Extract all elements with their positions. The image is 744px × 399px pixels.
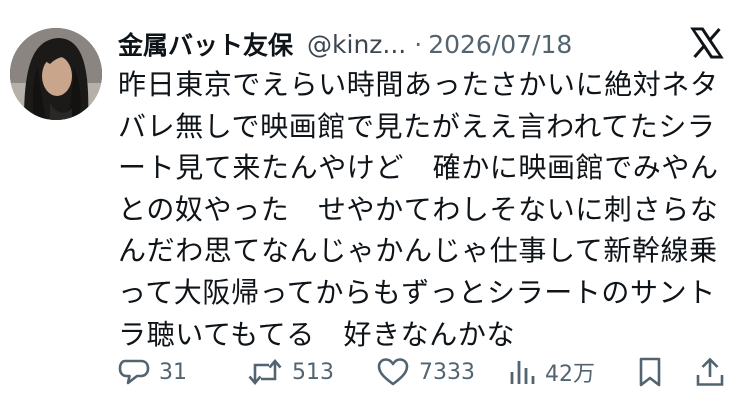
repost-button[interactable]: 513 — [247, 350, 334, 394]
view-count: 42万 — [545, 362, 595, 387]
tweet-card: 金属バット友保 @kinz... · 2026/07/18 昨日東京でえらい時間… — [0, 0, 744, 399]
repost-arrows-icon — [247, 356, 283, 388]
heart-icon — [376, 356, 410, 388]
tweet-text-line: んだわ思てなんじゃかんじゃ仕事して新幹線乗 — [118, 234, 718, 268]
reply-count: 31 — [159, 359, 187, 385]
share-upload-icon — [694, 356, 726, 388]
share-button[interactable] — [694, 350, 726, 394]
display-name[interactable]: 金属バット友保 — [118, 26, 293, 62]
tweet-text-line: ラ聴いてもてる 好きなんかな — [118, 317, 516, 351]
tweet-text-line: との奴やった せやかてわしそないに刺さらな — [118, 192, 719, 226]
bar-chart-icon — [508, 356, 536, 388]
tweet-date[interactable]: 2026/07/18 — [428, 30, 572, 59]
avatar[interactable] — [10, 28, 102, 120]
tweet-header: 金属バット友保 @kinz... · 2026/07/18 — [118, 24, 572, 64]
views-button[interactable]: 42万 — [508, 350, 595, 394]
action-bar: 31 513 7333 42万 — [0, 350, 744, 394]
like-count: 7333 — [419, 359, 475, 385]
tweet-text-line: 昨日東京でえらい時間あったさかいに絶対ネタ — [118, 68, 719, 101]
avatar-photo — [10, 28, 102, 120]
x-logo-icon[interactable] — [690, 26, 724, 60]
tweet-text-line: ート見て来たんやけど 確かに映画館でみやん — [118, 151, 719, 185]
tweet-text-line: って大阪帰ってからもずっとシラートのサント — [118, 275, 716, 309]
bookmark-icon — [636, 356, 664, 388]
separator-dot: · — [414, 29, 423, 59]
user-handle[interactable]: @kinz... — [307, 30, 406, 59]
tweet-text: 昨日東京でえらい時間あったさかいに絶対ネタ バレ無しで映画館で見たがええ言われて… — [118, 64, 738, 355]
tweet-text-line: バレ無しで映画館で見たがええ言われてたシラ — [118, 109, 716, 143]
repost-count: 513 — [292, 359, 334, 385]
like-button[interactable]: 7333 — [376, 350, 475, 394]
reply-button[interactable]: 31 — [118, 350, 187, 394]
speech-bubble-icon — [118, 356, 150, 388]
bookmark-button[interactable] — [636, 350, 664, 394]
